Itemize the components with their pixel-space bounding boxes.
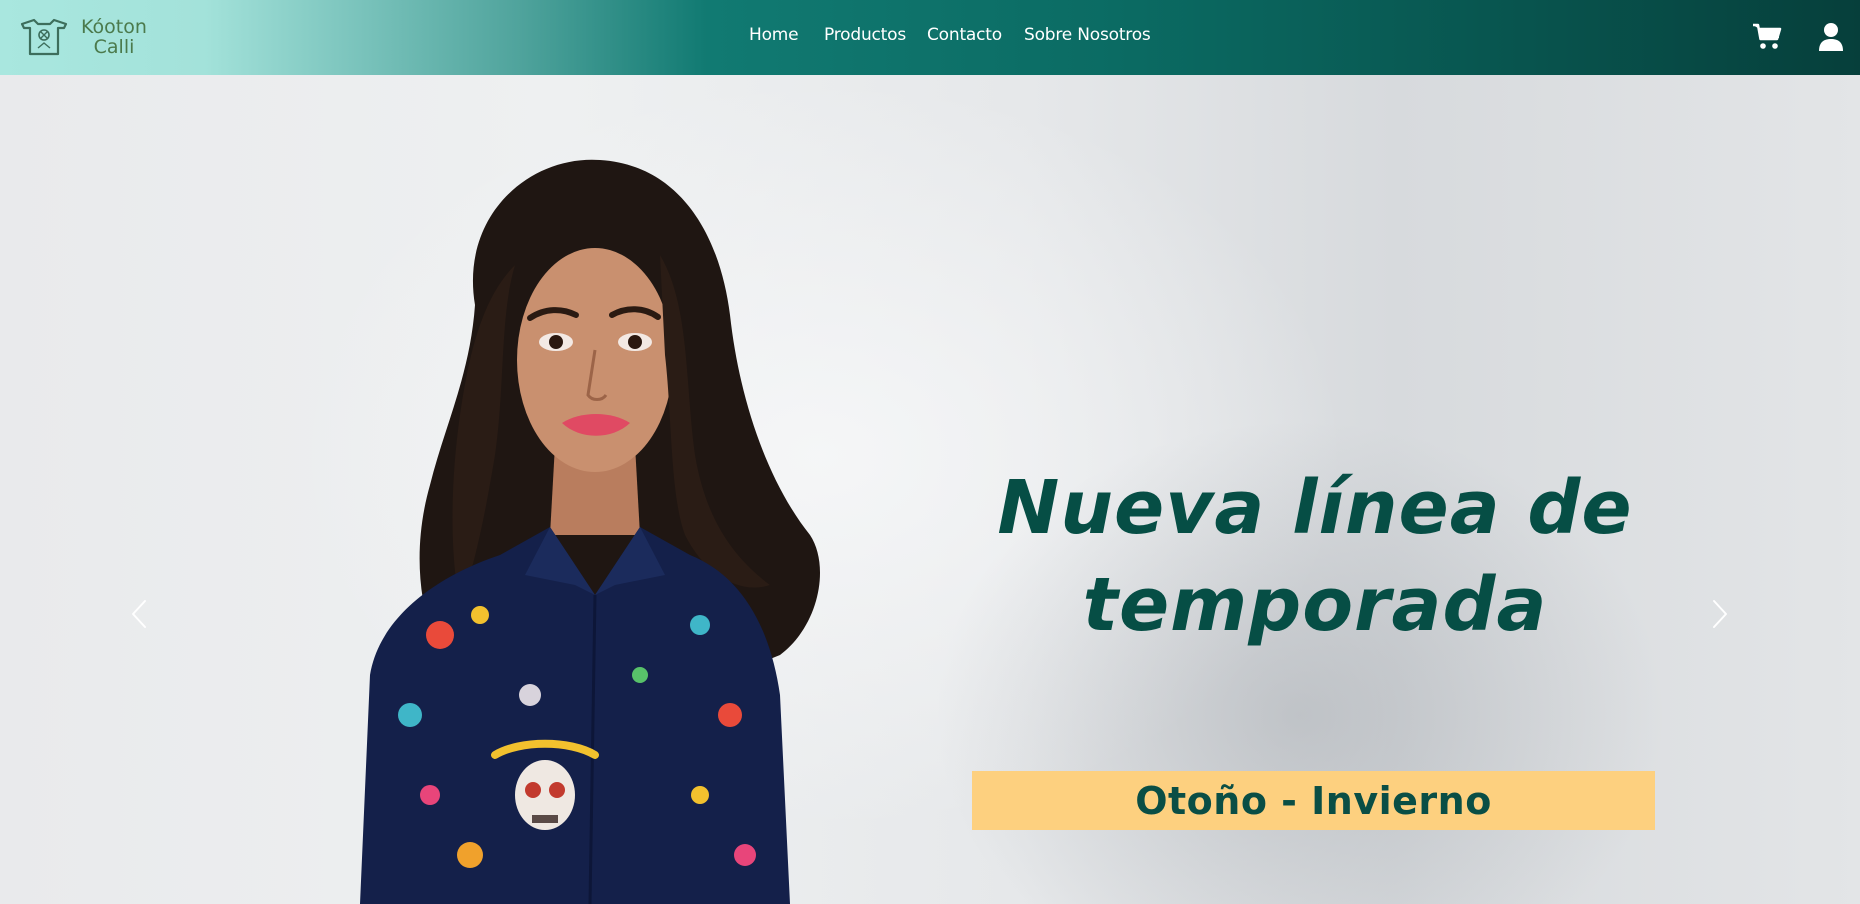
hero-headline: Nueva línea de temporada — [965, 460, 1665, 654]
season-label: Otoño - Invierno — [1135, 778, 1492, 823]
season-banner: Otoño - Invierno — [972, 771, 1655, 830]
main-nav: Home Productos Contacto Sobre Nosotros — [0, 0, 1860, 75]
hero-headline-line1: Nueva línea de — [997, 465, 1633, 551]
nav-link-productos[interactable]: Productos — [824, 25, 906, 45]
chevron-right-icon[interactable] — [1709, 598, 1731, 630]
chevron-left-icon[interactable] — [128, 598, 150, 630]
nav-link-sobre-nosotros[interactable]: Sobre Nosotros — [1024, 25, 1151, 45]
hero-model-image — [360, 159, 820, 904]
hero-headline-line2: temporada — [1082, 562, 1548, 648]
nav-link-contacto[interactable]: Contacto — [927, 25, 1002, 45]
navbar: Kóoton Calli Home Productos Contacto Sob… — [0, 0, 1860, 75]
cart-icon[interactable] — [1752, 22, 1782, 52]
page: Kóoton Calli Home Productos Contacto Sob… — [0, 0, 1860, 904]
hero-carousel: Nueva línea de temporada Otoño - Inviern… — [0, 75, 1860, 904]
nav-link-home[interactable]: Home — [749, 25, 799, 45]
user-icon[interactable] — [1818, 22, 1844, 52]
